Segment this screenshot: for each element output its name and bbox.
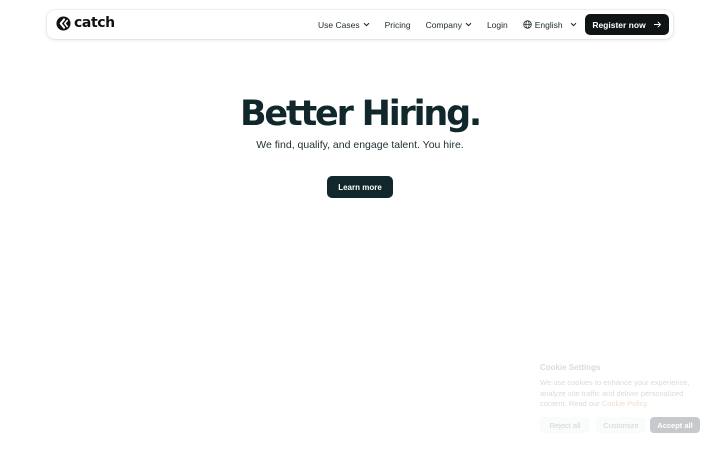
main-nav: Use Cases Pricing Company Login English (318, 10, 592, 39)
customize-label: Customize (603, 420, 639, 430)
nav-item-pricing[interactable]: Pricing (385, 20, 411, 30)
hero-title: Better Hiring. (239, 94, 482, 134)
cookie-policy-link[interactable]: Cookie Policy. (602, 399, 649, 408)
cookie-banner-text: We use cookies to enhance your experienc… (540, 378, 700, 410)
cookie-banner: Cookie Settings We use cookies to enhanc… (535, 358, 710, 440)
learn-more-button[interactable]: Learn more (327, 176, 393, 198)
chevron-down-icon (465, 22, 472, 27)
brand-logo[interactable]: catch (56, 16, 115, 31)
hero-subtitle: We find, qualify, and engage talent. You… (256, 139, 464, 151)
top-navbar: catch Use Cases Pricing Company Login En… (47, 10, 673, 39)
nav-item-label: Login (486, 19, 508, 30)
globe-icon (523, 20, 532, 29)
catch-logo-icon (56, 16, 71, 31)
nav-item-label: Use Cases (318, 19, 360, 30)
brand-name: catch (74, 15, 115, 31)
nav-item-label: Pricing (384, 19, 411, 30)
accept-all-button[interactable]: Accept all (650, 417, 700, 433)
reject-all-label: Reject all (549, 420, 581, 430)
learn-more-label: Learn more (338, 182, 382, 192)
cookie-banner-title: Cookie Settings (540, 363, 601, 372)
register-button-label: Register now (592, 19, 646, 30)
chevron-down-icon (570, 22, 576, 27)
chevron-down-icon (363, 22, 369, 27)
nav-item-login[interactable]: Login (487, 20, 508, 30)
nav-item-use-cases[interactable]: Use Cases (318, 20, 370, 30)
nav-item-label: Company (425, 19, 462, 30)
arrow-right-icon (653, 21, 661, 28)
language-label: English (534, 19, 563, 30)
accept-all-label: Accept all (657, 420, 693, 430)
customize-button[interactable]: Customize (596, 417, 646, 433)
nav-item-company[interactable]: Company (426, 20, 472, 30)
register-now-button[interactable]: Register now (585, 14, 669, 35)
language-selector[interactable]: English (523, 20, 577, 30)
reject-all-button[interactable]: Reject all (540, 417, 590, 433)
